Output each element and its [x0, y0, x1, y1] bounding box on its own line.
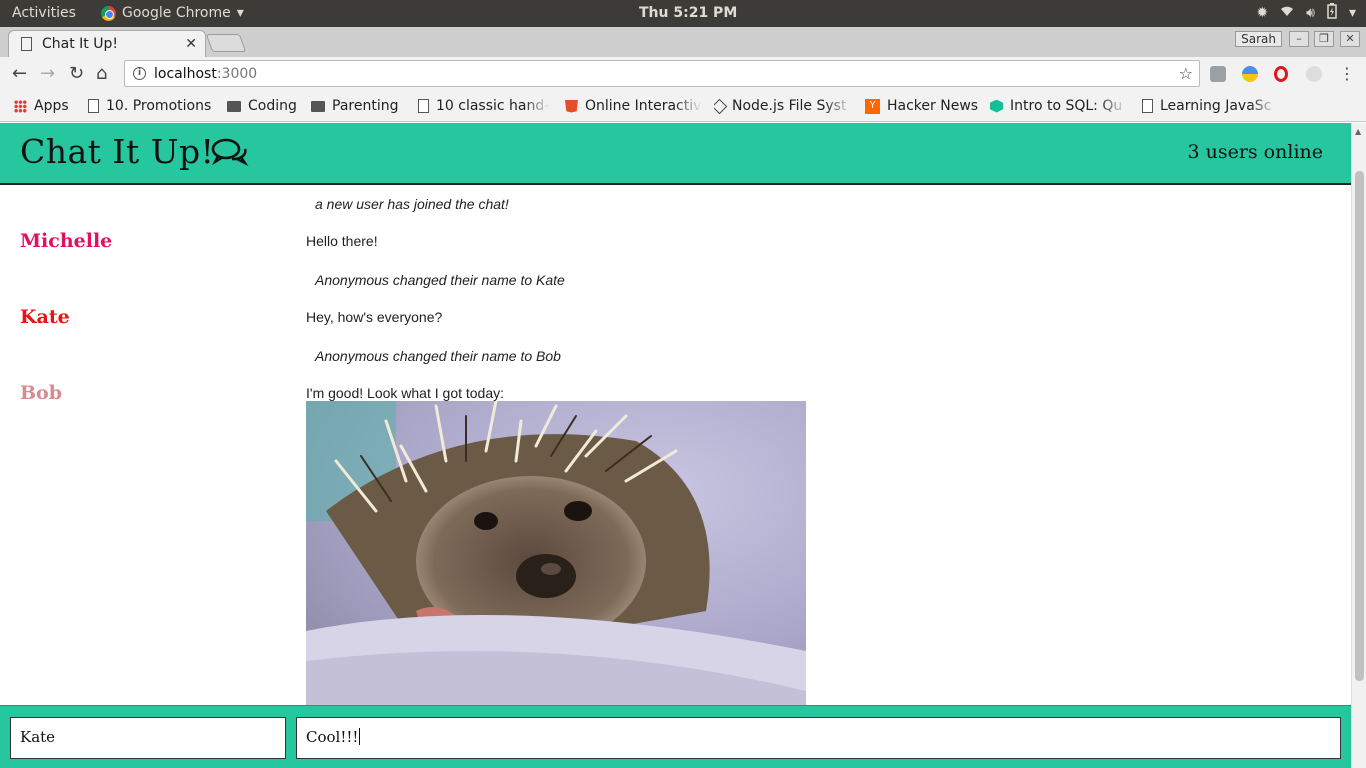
bookmark-online-interactive[interactable]: Online Interactiv — [565, 98, 702, 114]
scrollbar-thumb[interactable] — [1355, 171, 1364, 681]
url-port: :3000 — [216, 65, 258, 82]
khan-icon — [990, 99, 1003, 113]
message-text: Hey, how's everyone? — [306, 309, 443, 325]
forward-arrow-icon[interactable]: → — [40, 63, 55, 84]
bookmark-label: 10. Promotions — [106, 98, 212, 114]
bookmark-label: Apps — [34, 98, 69, 114]
bookmark-promotions[interactable]: 10. Promotions — [88, 98, 211, 114]
username-input[interactable]: Kate — [10, 717, 286, 759]
system-message: Anonymous changed their name to Kate — [315, 272, 565, 288]
profile-button[interactable]: Sarah — [1235, 31, 1282, 47]
bookmark-classic-hand[interactable]: 10 classic hand-c — [418, 98, 550, 114]
message-input[interactable]: Cool!!! — [296, 717, 1341, 759]
volume-icon[interactable]: 🔊︎ — [1306, 5, 1315, 21]
browser-toolbar: ← → ↻ ⌂ i localhost:3000 ☆ ⋮ — [0, 57, 1366, 90]
html5-icon — [565, 99, 578, 113]
bookmark-star-icon[interactable]: ☆ — [1179, 64, 1193, 83]
message-username: Bob — [20, 382, 63, 404]
folder-icon — [311, 100, 325, 112]
tab-chat-it-up[interactable]: Chat It Up! ✕ — [8, 30, 206, 57]
system-message: a new user has joined the chat! — [315, 196, 509, 212]
home-icon[interactable]: ⌂ — [96, 63, 107, 84]
battery-icon[interactable] — [1327, 3, 1337, 23]
bookmark-apps[interactable]: Apps — [14, 98, 69, 114]
bookmark-intro-sql[interactable]: Intro to SQL: Qu — [990, 98, 1127, 114]
tab-title: Chat It Up! — [42, 36, 118, 52]
reload-icon[interactable]: ↻ — [69, 63, 84, 84]
extension-r-icon[interactable] — [1210, 66, 1226, 82]
chat-bubbles-icon — [210, 137, 250, 173]
bookmark-hacker-news[interactable]: Y Hacker News — [865, 98, 978, 114]
wifi-icon[interactable] — [1280, 5, 1294, 21]
message-list: a new user has joined the chat! Michelle… — [0, 186, 1351, 706]
bookmark-label: Coding — [248, 98, 297, 114]
info-icon[interactable]: i — [133, 67, 146, 80]
extension-grey-icon[interactable] — [1306, 66, 1322, 82]
chrome-icon — [101, 5, 116, 21]
app-menu[interactable]: Google Chrome ▾ — [101, 5, 244, 21]
message-username: Michelle — [20, 230, 113, 252]
chevron-down-icon[interactable]: ▾ — [1349, 5, 1356, 21]
page-scrollbar[interactable]: ▲ — [1351, 123, 1366, 768]
page-icon — [21, 37, 32, 51]
back-arrow-icon[interactable]: ← — [12, 63, 27, 84]
bookmark-label: 10 classic hand-c — [436, 98, 550, 114]
new-tab-button[interactable] — [205, 34, 247, 52]
address-bar[interactable]: i localhost:3000 ☆ — [124, 60, 1200, 87]
bookmark-label: Hacker News — [887, 98, 979, 114]
hackernews-icon: Y — [865, 98, 880, 114]
bookmark-nodejs[interactable]: Node.js File Syst — [714, 98, 852, 114]
bookmark-label: Intro to SQL: Qu — [1010, 98, 1123, 114]
apps-grid-icon — [14, 99, 27, 113]
close-icon[interactable]: ✕ — [185, 36, 197, 52]
folder-icon — [227, 100, 241, 112]
os-top-bar: Activities Google Chrome ▾ Thu 5:21 PM ✹… — [0, 0, 1366, 27]
bookmark-learning-js[interactable]: Learning JavaSc — [1142, 98, 1277, 114]
activities-button[interactable]: Activities — [12, 5, 76, 21]
app-header: Chat It Up! 3 users online — [0, 123, 1351, 185]
page-icon — [1142, 99, 1153, 113]
close-window-button[interactable]: ✕ — [1340, 31, 1360, 47]
minimize-button[interactable]: – — [1289, 31, 1309, 47]
text-caret — [359, 728, 361, 745]
hedgehog-photo — [306, 401, 806, 706]
bookmark-parenting[interactable]: Parenting — [311, 98, 398, 114]
clock[interactable]: Thu 5:21 PM — [639, 5, 737, 21]
message-text: Hello there! — [306, 233, 378, 249]
restore-button[interactable]: ❐ — [1314, 31, 1334, 47]
bookmarks-bar: Apps 10. Promotions Coding Parenting 10 … — [0, 90, 1366, 122]
tab-strip: Chat It Up! ✕ Sarah – ❐ ✕ — [0, 27, 1366, 57]
message-input-value: Cool!!! — [306, 728, 359, 746]
page-icon — [418, 99, 429, 113]
bookmark-label: Parenting — [332, 98, 399, 114]
scroll-up-arrow-icon[interactable]: ▲ — [1355, 127, 1361, 136]
nodejs-icon — [714, 98, 728, 114]
bookmark-label: Learning JavaSc — [1160, 98, 1272, 114]
bookmark-label: Node.js File Syst — [732, 98, 847, 114]
message-text: I'm good! Look what I got today: — [306, 385, 505, 401]
chevron-down-icon: ▾ — [236, 5, 244, 21]
app-menu-label: Google Chrome — [122, 5, 231, 21]
users-online-count: 3 users online — [1187, 141, 1323, 163]
composer-bar: Kate Cool!!! — [0, 705, 1351, 768]
url-host: localhost — [154, 65, 217, 82]
system-tray[interactable]: ✹ 🔊︎ ▾ — [1256, 3, 1356, 23]
extension-opera-icon[interactable] — [1274, 66, 1288, 82]
settings-gear-icon[interactable]: ✹ — [1256, 5, 1268, 21]
menu-kebab-icon[interactable]: ⋮ — [1339, 64, 1355, 83]
bookmark-coding[interactable]: Coding — [227, 98, 297, 114]
message-username: Kate — [20, 306, 70, 328]
page-icon — [88, 99, 99, 113]
extension-python-icon[interactable] — [1242, 66, 1258, 82]
app-title: Chat It Up! — [20, 132, 215, 171]
bookmark-label: Online Interactiv — [585, 98, 702, 114]
system-message: Anonymous changed their name to Bob — [315, 348, 561, 364]
